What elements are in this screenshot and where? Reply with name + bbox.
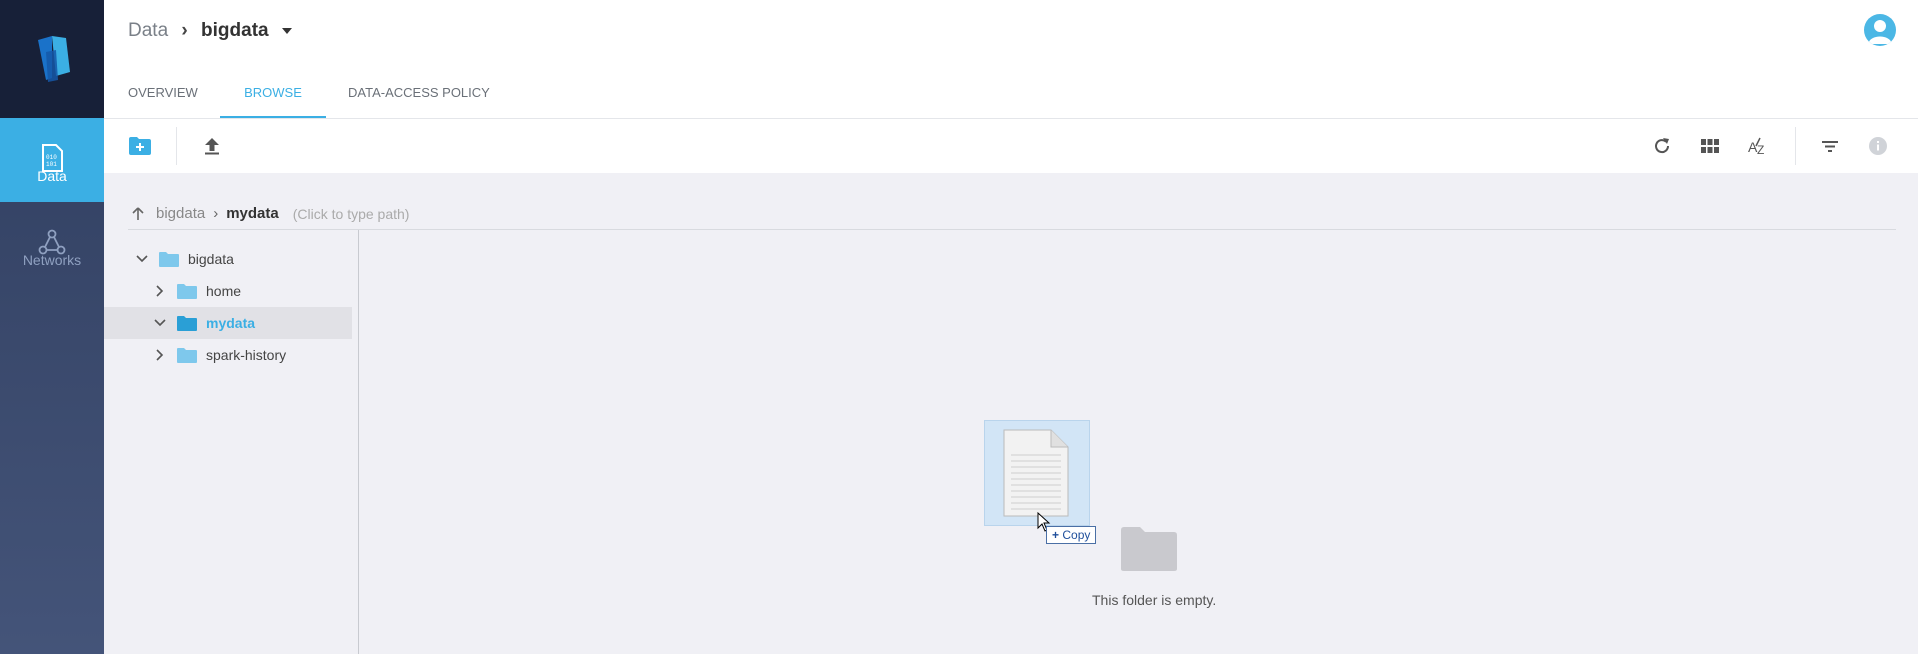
sidebar-item-networks[interactable]: Networks	[0, 202, 104, 286]
sidebar: 010 101 Data Networks	[0, 0, 104, 654]
svg-text:101: 101	[46, 161, 57, 168]
pane-divider[interactable]	[358, 230, 359, 654]
svg-text:Z: Z	[1757, 143, 1764, 157]
grid-view-button[interactable]	[1696, 132, 1724, 160]
tree-item-home[interactable]: home	[104, 275, 400, 307]
drag-copy-tooltip: + Copy	[1046, 526, 1097, 544]
path-bar[interactable]: bigdata › mydata (Click to type path)	[130, 205, 409, 222]
upload-button[interactable]	[198, 132, 226, 160]
chevron-right-icon[interactable]	[152, 347, 168, 363]
tree-item-label: home	[206, 283, 242, 299]
path-segment-current[interactable]: mydata	[226, 205, 279, 222]
header: Data › bigdata OVERVIEW BROWSE DATA-ACCE…	[104, 0, 1918, 119]
refresh-icon	[1655, 138, 1670, 154]
empty-folder-icon	[1121, 527, 1177, 571]
user-icon	[1868, 20, 1892, 44]
breadcrumb-separator-icon: ›	[181, 20, 188, 41]
chevron-down-icon[interactable]	[152, 315, 168, 331]
tree-item-bigdata[interactable]: bigdata	[104, 243, 382, 275]
upload-icon	[205, 138, 219, 155]
tree-item-label: spark-history	[206, 347, 287, 363]
document-icon	[1003, 429, 1069, 517]
tab-overview[interactable]: OVERVIEW	[128, 78, 204, 116]
folder-icon	[177, 347, 197, 363]
sidebar-item-label: Data	[37, 168, 67, 184]
tree-item-spark-history[interactable]: spark-history	[104, 339, 400, 371]
filter-icon	[1822, 141, 1838, 152]
avatar[interactable]	[1864, 14, 1896, 46]
toolbar-divider	[1795, 127, 1796, 165]
svg-text:010: 010	[46, 154, 57, 161]
toolbar: A Z	[104, 119, 1918, 173]
drag-ghost	[984, 420, 1090, 526]
path-divider	[128, 229, 1896, 230]
sidebar-item-data[interactable]: 010 101 Data	[0, 118, 104, 202]
app-logo[interactable]	[0, 0, 104, 118]
toolbar-divider	[176, 127, 177, 165]
path-hint[interactable]: (Click to type path)	[293, 206, 410, 222]
folder-icon	[177, 315, 197, 331]
browse-panel: bigdata › mydata (Click to type path) bi…	[104, 173, 1918, 654]
tree-item-label: mydata	[206, 315, 256, 331]
chevron-down-icon[interactable]	[134, 251, 150, 267]
caret-down-icon[interactable]	[281, 27, 292, 34]
info-button[interactable]	[1864, 132, 1892, 160]
new-folder-button[interactable]	[126, 132, 154, 160]
sidebar-item-label: Networks	[22, 252, 82, 268]
tab-data-access-policy[interactable]: DATA-ACCESS POLICY	[348, 78, 498, 116]
grid-view-icon	[1701, 139, 1719, 153]
info-icon	[1869, 137, 1887, 155]
refresh-button[interactable]	[1648, 132, 1676, 160]
plus-icon: +	[1052, 528, 1060, 542]
path-separator-icon: ›	[213, 205, 219, 222]
filter-button[interactable]	[1816, 132, 1844, 160]
tree-item-mydata[interactable]: mydata	[104, 307, 352, 339]
copy-label: Copy	[1062, 528, 1091, 542]
tab-browse[interactable]: BROWSE	[220, 78, 326, 118]
path-segment-root[interactable]: bigdata	[156, 205, 205, 222]
folder-icon	[177, 283, 197, 299]
chevron-right-icon[interactable]	[152, 283, 168, 299]
breadcrumb-root[interactable]: Data	[128, 20, 168, 41]
empty-folder-message: This folder is empty.	[1092, 592, 1217, 608]
new-folder-icon	[129, 137, 151, 155]
sort-az-icon: A Z	[1748, 137, 1764, 157]
arrow-up-icon[interactable]	[130, 206, 146, 222]
tree-item-label: bigdata	[188, 251, 234, 267]
breadcrumb: Data › bigdata	[128, 20, 292, 42]
breadcrumb-current[interactable]: bigdata	[201, 20, 269, 41]
sort-button[interactable]: A Z	[1744, 132, 1772, 160]
folder-icon	[159, 251, 179, 267]
